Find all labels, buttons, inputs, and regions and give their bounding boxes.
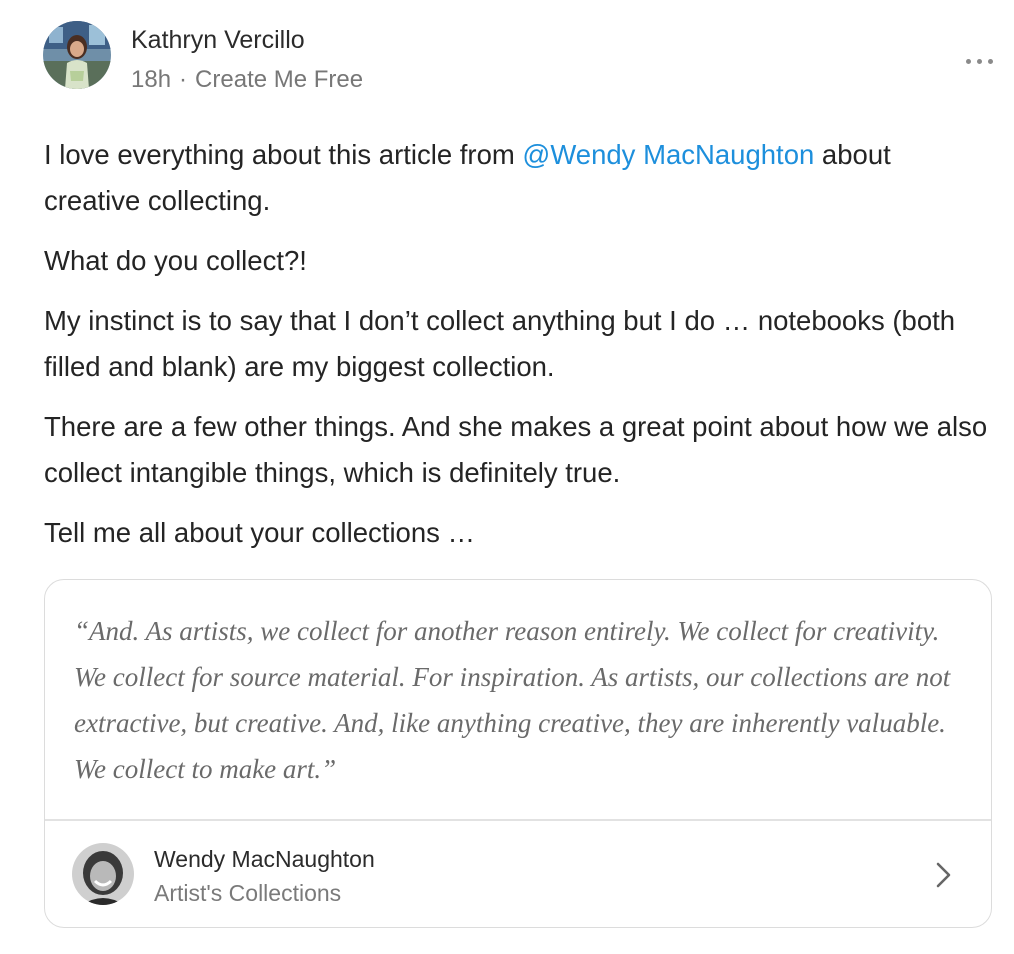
post-paragraph: There are a few other things. And she ma… [44,411,988,488]
quote-card[interactable]: “And. As artists, we collect for another… [44,579,992,928]
post-time: 18h [131,66,172,93]
author-avatar[interactable] [43,21,111,89]
post-paragraph: I love everything about this article fro… [44,132,994,224]
author-name[interactable]: Kathryn Vercillo [131,26,305,55]
source-link[interactable]: Wendy MacNaughton Artist's Collections [45,821,991,927]
more-options-icon[interactable] [960,44,1000,78]
source-avatar [72,843,134,905]
mention-link[interactable]: @Wendy MacNaughton [522,139,814,170]
post-body: I love everything about this article fro… [44,132,994,570]
source-publication: Artist's Collections [154,880,342,906]
publication-link[interactable]: Create Me Free [195,66,363,93]
post-meta: 18h · Create Me Free [131,66,363,94]
post-paragraph: Tell me all about your collections … [44,517,476,548]
quote-text: “And. As artists, we collect for another… [74,616,951,784]
meta-separator: · [179,66,188,93]
post-text: I love everything about this article fro… [44,139,523,170]
post-paragraph: My instinct is to say that I don’t colle… [44,305,956,382]
post-paragraph: What do you collect?! [44,245,307,276]
chevron-right-icon[interactable] [933,860,955,890]
source-author: Wendy MacNaughton [154,846,375,872]
